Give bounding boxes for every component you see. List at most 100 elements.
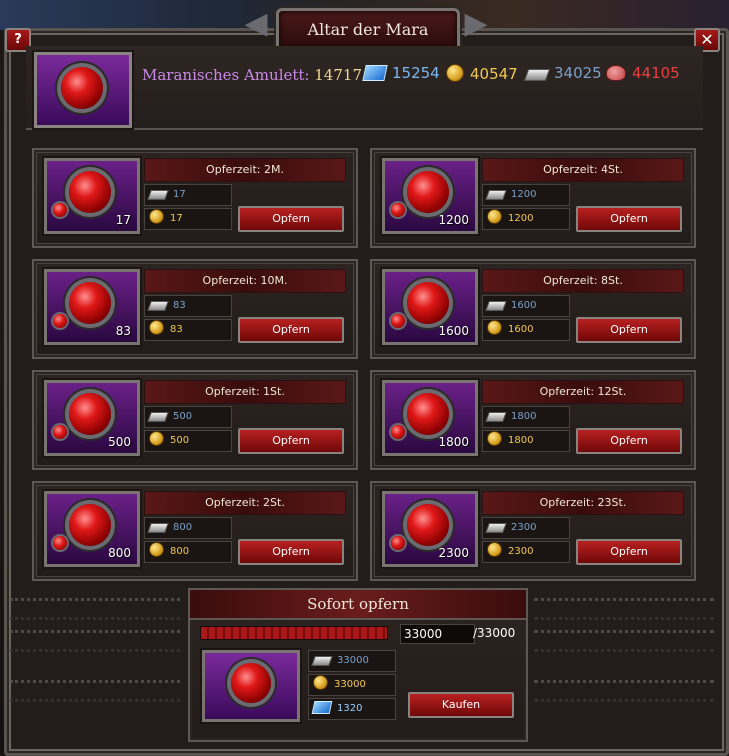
red-amulet-icon — [69, 393, 111, 435]
gold-value: 40547 — [470, 65, 518, 83]
quantity-progress-bar[interactable] — [200, 626, 388, 640]
header-panel: Maranisches Amulett: 14717 15254 40547 3… — [26, 46, 703, 130]
opfern-button[interactable]: Opfern — [238, 317, 344, 343]
offering-amulet-portrait: 1600 — [382, 269, 478, 345]
silver-bar-icon — [147, 301, 169, 311]
quantity-max: /33000 — [473, 626, 516, 640]
offering-amulet-portrait: 500 — [44, 380, 140, 456]
offering-silver-value: 1800 — [511, 411, 537, 422]
red-amulet-icon — [407, 504, 449, 546]
silver-bar-icon — [485, 190, 507, 200]
instant-gold-value: 33000 — [334, 679, 366, 690]
opfern-button[interactable]: Opfern — [576, 428, 682, 454]
offering-amount: 500 — [108, 435, 131, 449]
silver-bar-icon — [311, 656, 333, 666]
gold-coin-icon — [446, 64, 464, 82]
chain-decoration — [10, 630, 180, 652]
red-amulet-icon — [407, 282, 449, 324]
offering-gold-value: 500 — [170, 435, 190, 446]
instant-silver-cost: 33000 — [308, 650, 396, 672]
gem-icon — [362, 65, 388, 81]
offering-card: 1600 Opferzeit: 8St. 1600 1600 Opfern — [370, 259, 696, 359]
red-amulet-icon — [69, 171, 111, 213]
instant-gold-cost: 33000 — [308, 674, 396, 696]
silver-bar-icon — [147, 412, 169, 422]
opfern-button[interactable]: Opfern — [576, 206, 682, 232]
offering-silver-cost: 17 — [144, 184, 232, 206]
small-amulet-icon — [391, 536, 405, 550]
amulet-counter-label: Maranisches Amulett: — [142, 66, 310, 84]
gold-coin-icon — [487, 542, 502, 557]
opfern-button[interactable]: Opfern — [576, 317, 682, 343]
offering-silver-cost: 500 — [144, 406, 232, 428]
offering-silver-cost: 2300 — [482, 517, 570, 539]
chain-decoration — [10, 680, 180, 702]
offering-gold-cost: 2300 — [482, 541, 570, 563]
resource-meat: 44105 — [606, 64, 680, 82]
amulet-counter-value: 14717 — [314, 66, 362, 84]
offering-gold-cost: 1200 — [482, 208, 570, 230]
offering-card: 17 Opferzeit: 2M. 17 17 Opfern — [32, 148, 358, 248]
instant-offer-panel: Sofort opfern 33000 /33000 33000 33000 1… — [188, 588, 528, 742]
resource-gems: 15254 — [362, 64, 440, 82]
silver-bar-icon — [485, 523, 507, 533]
offering-time: Opferzeit: 2St. — [144, 491, 346, 515]
red-amulet-icon — [69, 282, 111, 324]
offering-gold-cost: 800 — [144, 541, 232, 563]
offering-card: 800 Opferzeit: 2St. 800 800 Opfern — [32, 481, 358, 581]
offering-card: 2300 Opferzeit: 23St. 2300 2300 Opfern — [370, 481, 696, 581]
offering-card: 500 Opferzeit: 1St. 500 500 Opfern — [32, 370, 358, 470]
offering-card: 83 Opferzeit: 10M. 83 83 Opfern — [32, 259, 358, 359]
meat-value: 44105 — [632, 64, 680, 82]
offering-silver-value: 800 — [173, 522, 193, 533]
offering-silver-value: 500 — [173, 411, 193, 422]
opfern-button[interactable]: Opfern — [238, 206, 344, 232]
small-amulet-icon — [391, 314, 405, 328]
amulet-portrait — [34, 52, 132, 128]
kaufen-button[interactable]: Kaufen — [408, 692, 514, 718]
offering-silver-cost: 800 — [144, 517, 232, 539]
offering-amulet-portrait: 17 — [44, 158, 140, 234]
offering-amount: 2300 — [438, 546, 469, 560]
offering-gold-cost: 1800 — [482, 430, 570, 452]
gold-coin-icon — [313, 675, 328, 690]
gold-coin-icon — [487, 320, 502, 335]
gold-coin-icon — [487, 209, 502, 224]
instant-offer-title: Sofort opfern — [190, 590, 526, 620]
gold-coin-icon — [487, 431, 502, 446]
red-amulet-icon — [61, 67, 103, 109]
chain-decoration — [534, 630, 714, 652]
offering-gold-cost: 17 — [144, 208, 232, 230]
quantity-input[interactable]: 33000 — [400, 624, 475, 644]
gold-coin-icon — [149, 431, 164, 446]
red-amulet-icon — [407, 171, 449, 213]
instant-amulet-portrait — [202, 650, 300, 722]
offering-time: Opferzeit: 10M. — [144, 269, 346, 293]
offering-amount: 1800 — [438, 435, 469, 449]
opfern-button[interactable]: Opfern — [576, 539, 682, 565]
offering-silver-cost: 1600 — [482, 295, 570, 317]
offering-amount: 800 — [108, 546, 131, 560]
opfern-button[interactable]: Opfern — [238, 428, 344, 454]
offering-time: Opferzeit: 23St. — [482, 491, 684, 515]
offering-silver-cost: 1800 — [482, 406, 570, 428]
gold-coin-icon — [149, 542, 164, 557]
offering-time: Opferzeit: 12St. — [482, 380, 684, 404]
instant-gem-cost: 1320 — [308, 698, 396, 720]
small-amulet-icon — [53, 203, 67, 217]
silver-bar-icon — [485, 301, 507, 311]
offering-amulet-portrait: 800 — [44, 491, 140, 567]
silver-bar-icon — [485, 412, 507, 422]
red-amulet-icon — [231, 663, 271, 703]
offering-gold-value: 1600 — [508, 324, 534, 335]
silver-bar-icon — [147, 523, 169, 533]
silver-bar-icon — [147, 190, 169, 200]
offering-silver-value: 2300 — [511, 522, 537, 533]
opfern-button[interactable]: Opfern — [238, 539, 344, 565]
offering-amulet-portrait: 83 — [44, 269, 140, 345]
resource-gold: 40547 — [446, 64, 518, 83]
offering-silver-value: 1200 — [511, 189, 537, 200]
gems-value: 15254 — [392, 64, 440, 82]
offering-amulet-portrait: 1200 — [382, 158, 478, 234]
offering-gold-cost: 1600 — [482, 319, 570, 341]
